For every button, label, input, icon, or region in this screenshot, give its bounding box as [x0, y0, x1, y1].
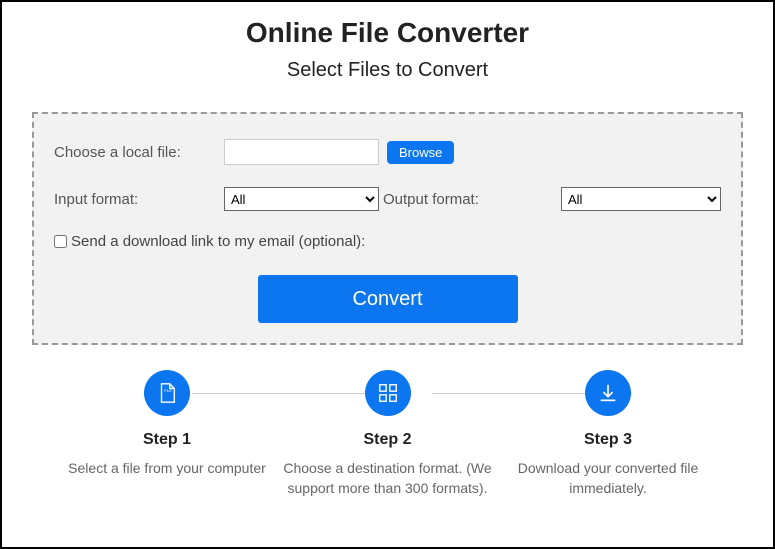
convert-button[interactable]: Convert [258, 275, 518, 323]
step-connector [192, 393, 392, 394]
step-desc: Select a file from your computer [62, 459, 272, 479]
convert-row: Convert [54, 275, 721, 323]
email-row: Send a download link to my email (option… [54, 233, 721, 250]
local-file-label: Choose a local file: [54, 144, 224, 161]
output-format-select[interactable]: All [561, 187, 721, 211]
page-title: Online File Converter [32, 17, 743, 49]
step-2: Step 2 Choose a destination format. (We … [283, 370, 493, 498]
step-title: Step 1 [62, 431, 272, 449]
format-row: Input format: All Output format: All [54, 187, 721, 211]
output-format-label: Output format: [383, 191, 479, 208]
step-title: Step 2 [283, 431, 493, 449]
email-checkbox-label: Send a download link to my email (option… [71, 233, 365, 250]
local-file-input[interactable] [224, 139, 379, 165]
file-icon: FILE [144, 370, 190, 416]
input-format-select[interactable]: All [224, 187, 379, 211]
step-title: Step 3 [503, 431, 713, 449]
step-3: Step 3 Download your converted file imme… [503, 370, 713, 498]
converter-panel: Choose a local file: Browse Input format… [32, 112, 743, 345]
file-row: Choose a local file: Browse [54, 139, 721, 165]
input-format-label: Input format: [54, 191, 224, 208]
browse-button[interactable]: Browse [387, 141, 454, 164]
svg-text:FILE: FILE [164, 389, 172, 393]
page-subtitle: Select Files to Convert [32, 59, 743, 82]
steps-container: FILE Step 1 Select a file from your comp… [32, 370, 743, 498]
step-1: FILE Step 1 Select a file from your comp… [62, 370, 272, 498]
email-checkbox[interactable] [54, 235, 67, 248]
download-icon [585, 370, 631, 416]
step-desc: Choose a destination format. (We support… [283, 459, 493, 498]
app-container: Online File Converter Select Files to Co… [0, 0, 775, 549]
step-desc: Download your converted file immediately… [503, 459, 713, 498]
grid-icon [365, 370, 411, 416]
